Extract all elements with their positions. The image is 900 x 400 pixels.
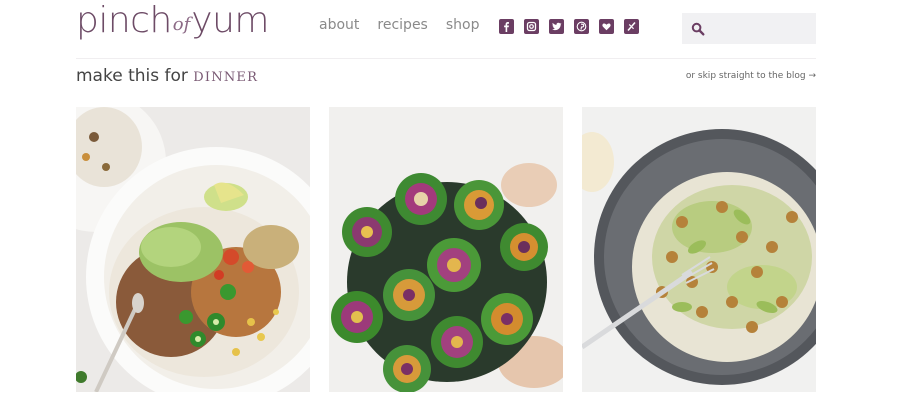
nav-recipes[interactable]: recipes [377, 17, 427, 33]
section-heading-lead: make this for [76, 66, 188, 86]
pinterest-icon[interactable] [574, 19, 589, 34]
main-nav: about recipes shop [319, 17, 479, 33]
recipe-image-taco-bowl [76, 107, 310, 392]
nav-shop[interactable]: shop [446, 17, 480, 33]
header-divider [76, 58, 816, 59]
social-links [499, 19, 639, 34]
instagram-icon[interactable] [524, 19, 539, 34]
site-logo[interactable]: pinch of yum [76, 0, 269, 50]
logo-word-of: of [172, 14, 191, 35]
site-header: pinch of yum about recipes shop [0, 0, 900, 58]
recipe-card-taco-bowl[interactable] [76, 107, 310, 392]
recipe-image-collard-wraps [329, 107, 563, 392]
nav-about[interactable]: about [319, 17, 359, 33]
logo-word-yum: yum [191, 0, 269, 41]
twitter-icon[interactable] [549, 19, 564, 34]
recipe-card-chickpea-salad[interactable] [582, 107, 816, 392]
rss-icon[interactable] [624, 19, 639, 34]
search-icon[interactable] [691, 22, 705, 36]
bloglovin-icon[interactable] [599, 19, 614, 34]
search-box[interactable] [682, 13, 816, 44]
recipe-image-chickpea-salad [582, 107, 816, 392]
section-heading: make this for DINNER [76, 66, 258, 86]
section-heading-accent: DINNER [193, 70, 259, 85]
facebook-icon[interactable] [499, 19, 514, 34]
logo-word-pinch: pinch [76, 0, 172, 41]
recipe-card-collard-wraps[interactable] [329, 107, 563, 392]
skip-to-blog-link[interactable]: or skip straight to the blog → [686, 71, 816, 81]
search-input[interactable] [710, 17, 814, 41]
